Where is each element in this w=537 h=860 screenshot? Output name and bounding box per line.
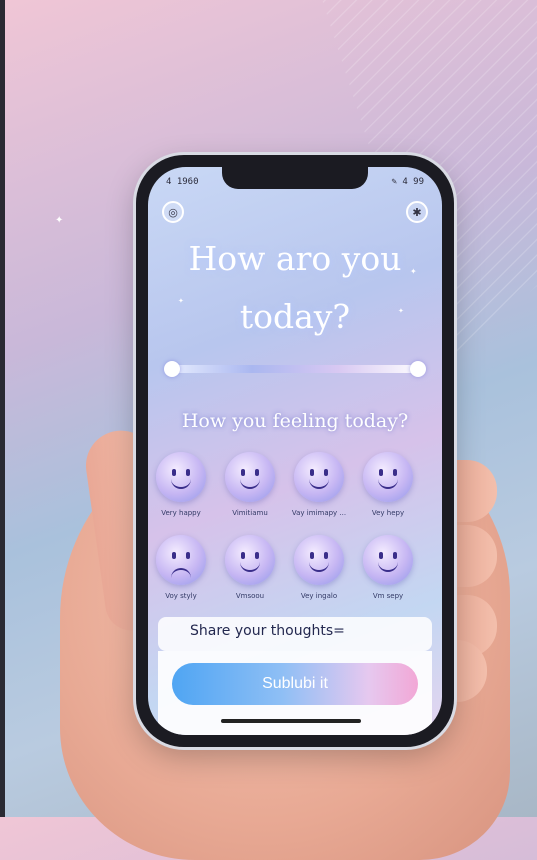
left-edge <box>0 0 5 817</box>
phone-screen: 4 1960 ✎ 4 99 ◎ ✱ How aro you today? ✦ ✦… <box>148 167 442 735</box>
mood-option[interactable]: Very happy <box>150 452 212 517</box>
mood-option[interactable]: Vey ingalo <box>288 535 350 600</box>
mood-option[interactable]: Vmsoou <box>219 535 281 600</box>
mood-label: Vey ingalo <box>300 592 338 600</box>
settings-circle-icon[interactable]: ◎ <box>162 201 184 223</box>
sparkle-icon: ✦ <box>178 297 184 305</box>
status-indicators: ✎ 4 99 <box>391 177 424 187</box>
sparkle-icon[interactable]: ✱ <box>406 201 428 223</box>
smiley-face-icon <box>363 452 413 502</box>
smiley-face-icon <box>363 535 413 585</box>
mood-option[interactable]: Vey hepy <box>357 452 419 517</box>
slider-start-knob[interactable] <box>164 361 180 377</box>
mood-label: Vey hepy <box>371 509 405 517</box>
mood-label: Voy styly <box>165 592 197 600</box>
mood-option[interactable]: Vimitiamu <box>219 452 281 517</box>
thoughts-input[interactable]: Share your thoughts= <box>158 617 432 651</box>
smiley-face-icon <box>294 535 344 585</box>
sparkle-icon: ✦ <box>55 215 64 226</box>
mood-option[interactable]: Vay imimapy ... <box>288 452 350 517</box>
phone: 4 1960 ✎ 4 99 ◎ ✱ How aro you today? ✦ ✦… <box>136 155 454 747</box>
sad-face-icon <box>156 535 206 585</box>
smiley-face-icon <box>225 535 275 585</box>
smiley-face-icon <box>294 452 344 502</box>
mood-question: How you feeling today? <box>181 410 409 432</box>
mood-label: Vimitiamu <box>232 509 268 517</box>
smiley-face-icon <box>225 452 275 502</box>
status-time: 4 1960 <box>166 177 199 187</box>
mood-slider[interactable] <box>164 361 426 377</box>
mood-option[interactable]: Voy styly <box>150 535 212 600</box>
phone-notch <box>222 167 368 189</box>
slider-end-knob[interactable] <box>410 361 426 377</box>
mood-label: Vay imimapy ... <box>291 509 347 517</box>
submit-button[interactable]: Sublubi it <box>172 663 418 705</box>
mood-option[interactable]: Vm sepy <box>357 535 419 600</box>
headline-line-2: today? <box>239 297 351 336</box>
home-indicator[interactable] <box>221 719 361 723</box>
mood-label: Vmsoou <box>235 592 265 600</box>
mood-label: Very happy <box>161 509 201 517</box>
headline-line-1: How aro you <box>188 239 402 278</box>
sparkle-icon: ✦ <box>398 307 404 315</box>
smiley-face-icon <box>156 452 206 502</box>
mood-label: Vm sepy <box>372 592 404 600</box>
sparkle-icon: ✦ <box>410 267 417 276</box>
